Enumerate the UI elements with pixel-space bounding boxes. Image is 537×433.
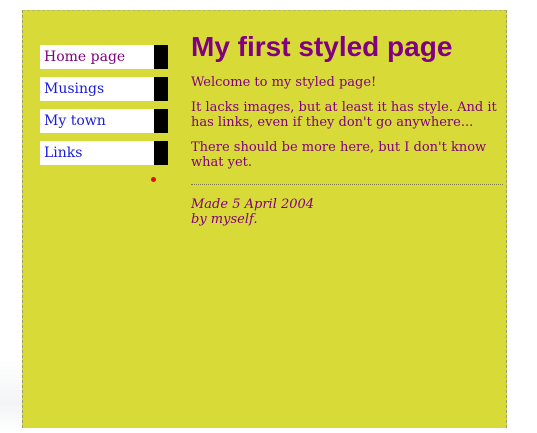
footer-made: Made 5 April 2004 [191, 197, 315, 212]
nav-link-links[interactable]: Links [44, 145, 82, 161]
nav-link-my-town[interactable]: My town [44, 113, 106, 129]
page-title: My first styled page [191, 31, 453, 62]
nav-item-musings[interactable]: Musings [40, 77, 168, 101]
navbar: Home page Musings My town Links [40, 45, 168, 173]
nav-item-my-town[interactable]: My town [40, 109, 168, 133]
nav-link-home[interactable]: Home page [44, 49, 125, 65]
footer-by: by myself. [191, 212, 258, 227]
page: Home page Musings My town Links My first… [22, 10, 507, 428]
nav-link-musings[interactable]: Musings [44, 81, 104, 97]
nav-item-links[interactable]: Links [40, 141, 168, 165]
divider [191, 184, 503, 185]
style-paragraph: It lacks images, but at least it has sty… [191, 100, 497, 130]
main-content: My first styled page Welcome to my style… [191, 31, 503, 227]
more-paragraph: There should be more here, but I don't k… [191, 140, 487, 170]
left-shade [0, 360, 22, 433]
nav-item-home[interactable]: Home page [40, 45, 168, 69]
cursor-dot [151, 177, 156, 182]
footer-address: Made 5 April 2004 by myself. [191, 197, 503, 227]
welcome-paragraph: Welcome to my styled page! [191, 75, 377, 90]
